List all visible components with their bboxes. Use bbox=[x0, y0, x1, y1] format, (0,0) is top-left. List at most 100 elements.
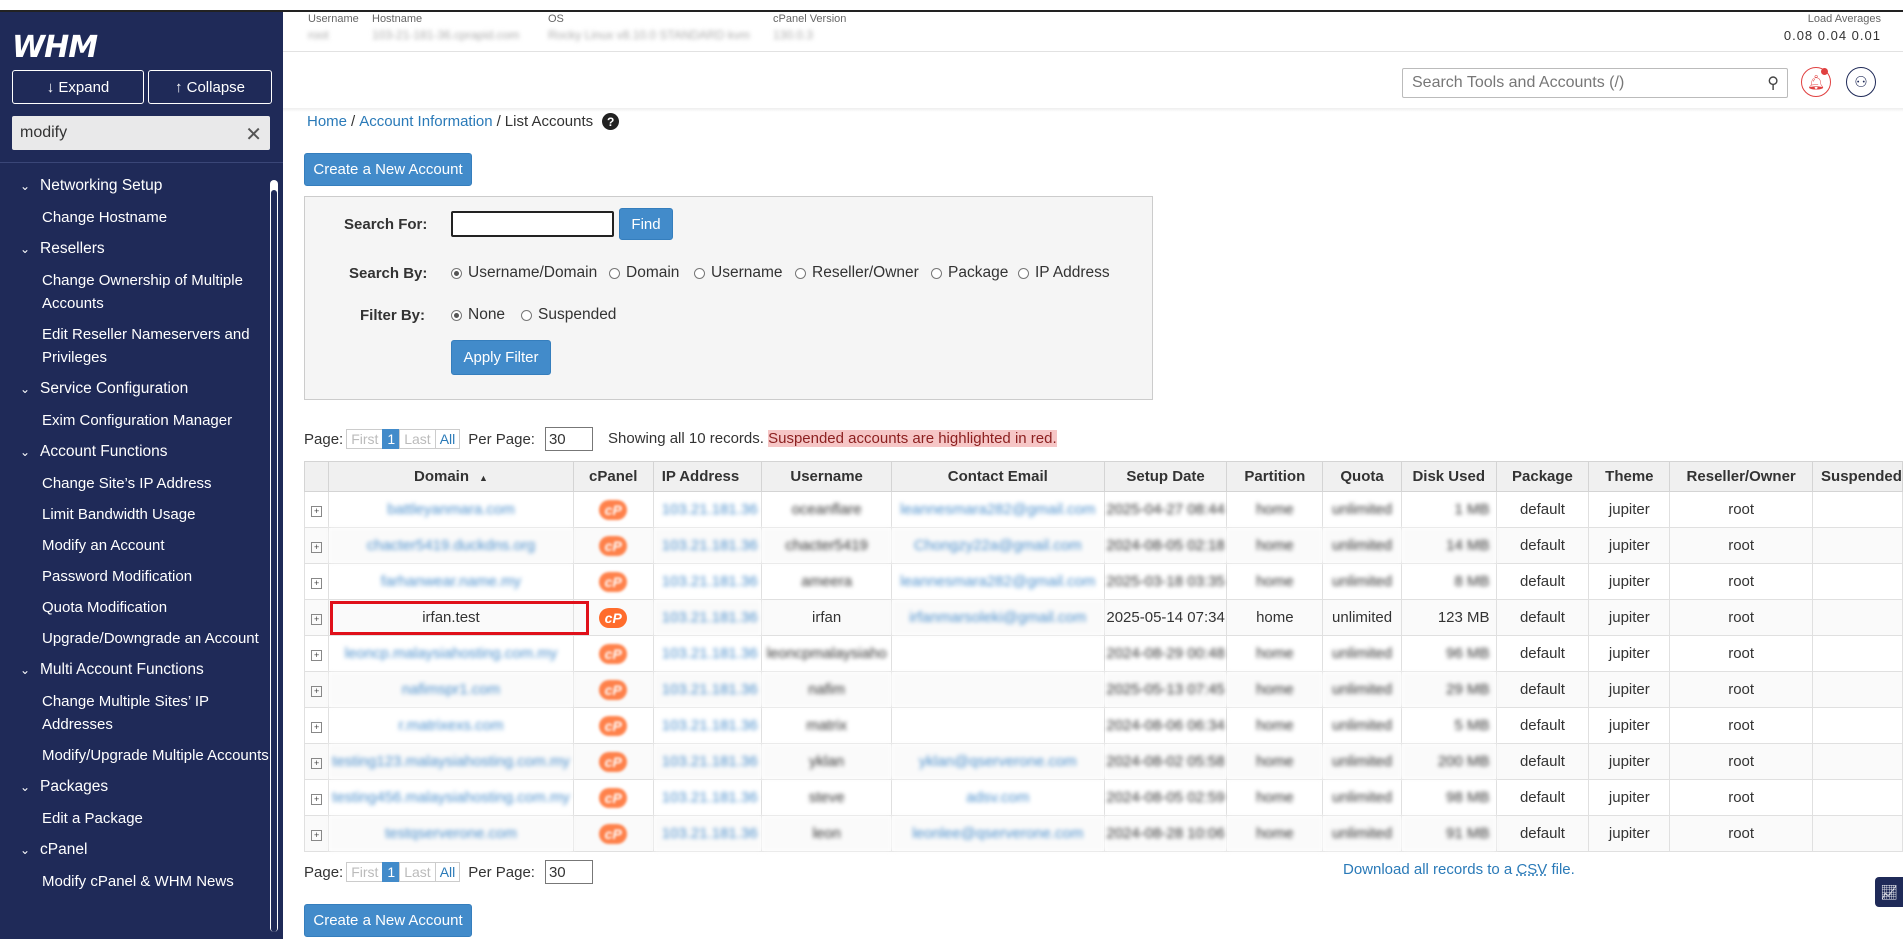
cell-package[interactable]: default bbox=[1495, 635, 1590, 672]
clear-filter-icon[interactable]: ✕ bbox=[245, 122, 262, 147]
per-page-input[interactable]: 30 bbox=[544, 860, 593, 884]
filter-by-radio[interactable]: None bbox=[451, 306, 505, 324]
cell-ip[interactable]: 103.21.181.36 bbox=[652, 815, 763, 852]
breadcrumb-home[interactable]: Home bbox=[307, 113, 347, 130]
sidebar-item[interactable]: Modify an Account bbox=[0, 530, 270, 561]
cpanel-logo-icon[interactable]: cP bbox=[599, 751, 628, 772]
cell-domain[interactable]: irfan.test bbox=[328, 599, 574, 636]
cell-email[interactable]: irfanmarsoleki@gmail.com bbox=[890, 599, 1105, 636]
radio-circle-icon[interactable] bbox=[609, 267, 620, 279]
search-icon[interactable]: ⚲ bbox=[1767, 73, 1779, 93]
col-ip-address[interactable]: IP Address bbox=[652, 461, 763, 492]
search-by-radio[interactable]: Package bbox=[931, 264, 1008, 282]
cell-package[interactable]: default bbox=[1495, 527, 1590, 564]
col-suspended[interactable]: Suspended bbox=[1812, 461, 1903, 492]
find-button[interactable]: Find bbox=[619, 208, 673, 240]
cell-ip[interactable]: 103.21.181.36 bbox=[652, 563, 763, 600]
cell-ip[interactable]: 103.21.181.36 bbox=[652, 707, 763, 744]
sidebar-item[interactable]: Change Multiple Sites’ IP Addresses bbox=[0, 686, 270, 740]
pager-first[interactable]: First bbox=[346, 429, 384, 449]
cell-email[interactable]: Chongzy22a@gmail.com bbox=[890, 527, 1105, 564]
radio-circle-icon[interactable] bbox=[451, 267, 462, 279]
sidebar-item[interactable]: Modify/Upgrade Multiple Accounts bbox=[0, 740, 270, 771]
search-by-radio[interactable]: Username bbox=[694, 264, 783, 282]
pager-all[interactable]: All bbox=[434, 429, 461, 449]
cell-email[interactable] bbox=[890, 671, 1105, 708]
cpanel-logo-icon[interactable]: cP bbox=[599, 499, 628, 520]
cell-package[interactable]: default bbox=[1495, 491, 1590, 528]
col-cpanel[interactable]: cPanel bbox=[572, 461, 654, 492]
cpanel-logo-icon[interactable]: cP bbox=[599, 715, 628, 736]
sidebar-item[interactable]: Password Modification bbox=[0, 561, 270, 592]
pager-current[interactable]: 1 bbox=[382, 429, 401, 449]
cpanel-logo-icon[interactable]: cP bbox=[599, 607, 628, 628]
cell-package[interactable]: default bbox=[1495, 815, 1590, 852]
col-partition[interactable]: Partition bbox=[1226, 461, 1324, 492]
cell-ip[interactable]: 103.21.181.36 bbox=[652, 527, 763, 564]
col-contact-email[interactable]: Contact Email bbox=[890, 461, 1105, 492]
cell-ip[interactable]: 103.21.181.36 bbox=[652, 491, 763, 528]
sidebar-item[interactable]: Quota Modification bbox=[0, 592, 270, 623]
sort-asc-icon[interactable]: ▲ bbox=[479, 473, 488, 483]
cpanel-logo-icon[interactable]: cP bbox=[599, 643, 628, 664]
expand-row-icon[interactable]: + bbox=[311, 794, 323, 805]
help-icon[interactable]: ? bbox=[602, 113, 620, 130]
cell-ip[interactable]: 103.21.181.36 bbox=[652, 635, 763, 672]
create-account-button-bottom[interactable]: Create a New Account bbox=[304, 904, 472, 937]
search-by-radio[interactable]: Username/Domain bbox=[451, 264, 597, 282]
cell-ip[interactable]: 103.21.181.36 bbox=[652, 599, 763, 636]
col-disk-used[interactable]: Disk Used bbox=[1400, 461, 1497, 492]
sidebar-filter-input[interactable]: modify ✕ bbox=[12, 116, 270, 150]
sidebar-group[interactable]: ⌄ Service Configuration bbox=[0, 373, 270, 405]
pager-current[interactable]: 1 bbox=[382, 862, 401, 882]
radio-circle-icon[interactable] bbox=[931, 267, 942, 279]
apply-filter-button[interactable]: Apply Filter bbox=[451, 340, 551, 375]
notifications-bell-icon[interactable]: 🔔︎ bbox=[1801, 67, 1831, 97]
col-theme[interactable]: Theme bbox=[1588, 461, 1671, 492]
cell-domain[interactable]: testing456.malaysiahosting.com.my bbox=[328, 779, 574, 816]
cell-domain[interactable]: chacter5419.duckdns.org bbox=[328, 527, 574, 564]
sidebar-item[interactable]: Change Hostname bbox=[0, 202, 270, 233]
per-page-input[interactable]: 30 bbox=[544, 427, 593, 451]
cell-ip[interactable]: 103.21.181.36 bbox=[652, 779, 763, 816]
sidebar-item[interactable]: Change Ownership of Multiple Accounts bbox=[0, 265, 270, 319]
sidebar-group[interactable]: ⌄ cPanel bbox=[0, 834, 270, 866]
cpanel-logo-icon[interactable]: cP bbox=[599, 535, 628, 556]
cell-package[interactable]: default bbox=[1495, 743, 1590, 780]
sidebar-item[interactable]: Exim Configuration Manager bbox=[0, 405, 270, 436]
user-account-icon[interactable]: ⚇ bbox=[1846, 67, 1876, 97]
cpanel-logo-icon[interactable]: cP bbox=[599, 679, 628, 700]
cell-package[interactable]: default bbox=[1495, 563, 1590, 600]
radio-circle-icon[interactable] bbox=[451, 309, 462, 321]
cell-domain[interactable]: battleyanmara.com bbox=[328, 491, 574, 528]
sidebar-item[interactable]: Edit a Package bbox=[0, 803, 270, 834]
cell-email[interactable] bbox=[890, 635, 1105, 672]
search-tools-input[interactable]: Search Tools and Accounts (/) ⚲ bbox=[1402, 68, 1788, 98]
filter-by-radio[interactable]: Suspended bbox=[521, 306, 616, 324]
sidebar-group[interactable]: ⌄ Packages bbox=[0, 771, 270, 803]
download-csv-link[interactable]: Download all records to a CSV file. bbox=[1343, 861, 1575, 878]
expand-row-icon[interactable]: + bbox=[311, 506, 323, 517]
sidebar-item[interactable]: Limit Bandwidth Usage bbox=[0, 499, 270, 530]
sidebar-item[interactable]: Modify cPanel & WHM News bbox=[0, 866, 270, 897]
expand-row-icon[interactable]: + bbox=[311, 830, 323, 841]
sidebar-group[interactable]: ⌄ Account Functions bbox=[0, 436, 270, 468]
breadcrumb-account-information[interactable]: Account Information bbox=[359, 113, 492, 130]
pager-last[interactable]: Last bbox=[399, 862, 436, 882]
search-by-radio[interactable]: Domain bbox=[609, 264, 679, 282]
cell-email[interactable] bbox=[890, 707, 1105, 744]
create-account-button-top[interactable]: Create a New Account bbox=[304, 153, 472, 186]
cell-ip[interactable]: 103.21.181.36 bbox=[652, 743, 763, 780]
sidebar-scroll-thumb[interactable] bbox=[271, 190, 277, 932]
sidebar-item[interactable]: Edit Reseller Nameservers and Privileges bbox=[0, 319, 270, 373]
pager-all[interactable]: All bbox=[434, 862, 461, 882]
radio-circle-icon[interactable] bbox=[694, 267, 705, 279]
sidebar-group[interactable]: ⌄ Resellers bbox=[0, 233, 270, 265]
cell-email[interactable]: yklan@qserverone.com bbox=[890, 743, 1105, 780]
cpanel-logo-icon[interactable]: cP bbox=[599, 571, 628, 592]
search-by-radio[interactable]: IP Address bbox=[1018, 264, 1110, 282]
cpanel-logo-icon[interactable]: cP bbox=[599, 823, 628, 844]
radio-circle-icon[interactable] bbox=[1018, 267, 1029, 279]
sidebar-group[interactable]: ⌄ Networking Setup bbox=[0, 170, 270, 202]
col-domain[interactable]: Domain ▲ bbox=[328, 461, 574, 492]
